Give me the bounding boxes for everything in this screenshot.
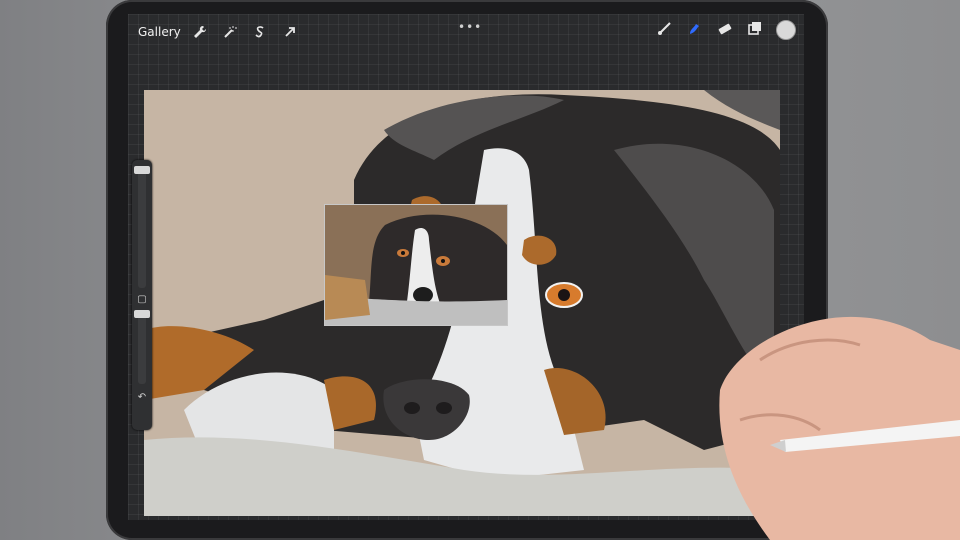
hand-with-pencil (719, 316, 960, 540)
